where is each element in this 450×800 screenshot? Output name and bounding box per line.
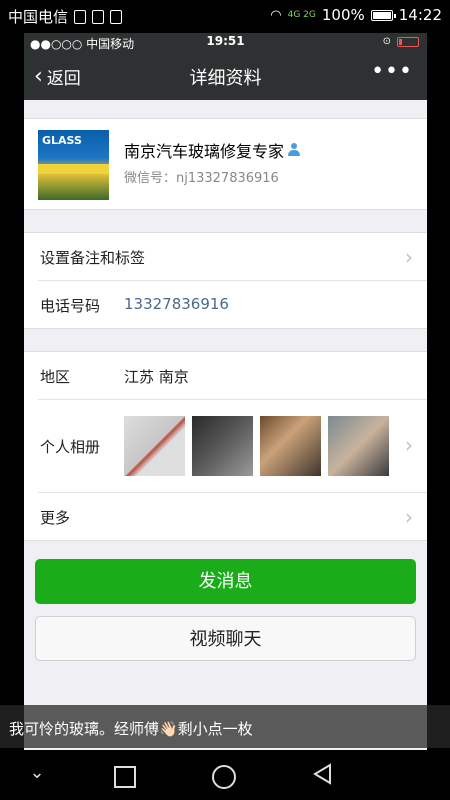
avatar-logo-text: GLASS <box>42 134 82 147</box>
battery-icon <box>370 9 396 21</box>
video-chat-button[interactable]: 视频聊天 <box>35 616 416 661</box>
album-thumbnail[interactable] <box>260 416 321 476</box>
album-label: 个人相册 <box>40 438 101 456</box>
more-row[interactable]: 更多 › <box>38 493 427 540</box>
page-title: 详细资料 <box>189 68 262 89</box>
battery-percent: 100% <box>321 6 365 24</box>
outer-status-bar: 中国电信 ◠ 4G 2G 100% 14:22 <box>0 0 450 33</box>
caption-overlay: 我可怜的玻璃。经师傅👋🏻剩小点一枚 <box>0 705 450 748</box>
person-icon <box>287 143 301 157</box>
phone-label: 电话号码 <box>40 297 101 315</box>
chevron-right-icon: › <box>405 433 413 457</box>
caption-text: 我可怜的玻璃。经师傅👋🏻剩小点一枚 <box>9 720 253 738</box>
remark-tags-label: 设置备注和标签 <box>40 249 146 267</box>
recent-apps-icon[interactable] <box>114 766 136 788</box>
album-thumbnails <box>124 416 389 476</box>
inner-status-bar: ●●○○○ 中国移动 19:51 ⊙ <box>24 33 427 51</box>
outer-carrier: 中国电信 <box>8 8 69 26</box>
notification-icon <box>92 9 105 24</box>
home-icon[interactable] <box>212 765 236 789</box>
details-card: 地区 江苏 南京 个人相册 › 更多 › <box>24 351 427 541</box>
inner-time: 19:51 <box>206 34 245 48</box>
inner-battery-icon <box>397 36 419 47</box>
region-row: 地区 江苏 南京 <box>38 352 427 400</box>
remark-tags-row[interactable]: 设置备注和标签 › <box>38 233 427 281</box>
phone-row[interactable]: 电话号码 13327836916 <box>38 281 427 328</box>
chevron-right-icon: › <box>405 505 413 529</box>
sim-icon <box>74 9 87 24</box>
send-message-button[interactable]: 发消息 <box>35 559 416 604</box>
album-thumbnail[interactable] <box>328 416 389 476</box>
phone-number[interactable]: 13327836916 <box>124 295 229 313</box>
region-value: 江苏 南京 <box>124 368 189 386</box>
back-triangle-icon[interactable] <box>312 763 334 785</box>
region-label: 地区 <box>40 368 71 386</box>
more-options-button[interactable]: ••• <box>371 59 413 84</box>
chevron-down-icon[interactable]: ⌄ <box>26 762 48 784</box>
wechat-screen: ●●○○○ 中国移动 19:51 ⊙ ‹ 返回 详细资料 ••• GLASS 南… <box>24 33 427 750</box>
album-thumbnail[interactable] <box>192 416 253 476</box>
contact-info-card: 设置备注和标签 › 电话号码 13327836916 <box>24 232 427 329</box>
profile-card: GLASS 南京汽车玻璃修复专家 微信号：nj13327836916 <box>24 118 427 210</box>
contact-name: 南京汽车玻璃修复专家 <box>124 138 301 162</box>
android-nav-bar: ⌄ <box>0 750 450 800</box>
wechat-id: 微信号：nj13327836916 <box>124 171 279 186</box>
album-thumbnail[interactable] <box>124 416 185 476</box>
network-type: 4G 2G <box>287 9 316 20</box>
album-row[interactable]: 个人相册 › <box>38 400 427 493</box>
image-icon <box>110 9 123 24</box>
lock-rotation-icon: ⊙ <box>382 36 391 47</box>
chevron-right-icon: › <box>405 245 413 269</box>
outer-time: 14:22 <box>398 6 442 24</box>
more-label: 更多 <box>40 509 71 527</box>
nav-bar: ‹ 返回 详细资料 ••• <box>24 51 427 100</box>
avatar[interactable]: GLASS <box>38 130 109 200</box>
wifi-icon: ◠ <box>270 7 282 23</box>
